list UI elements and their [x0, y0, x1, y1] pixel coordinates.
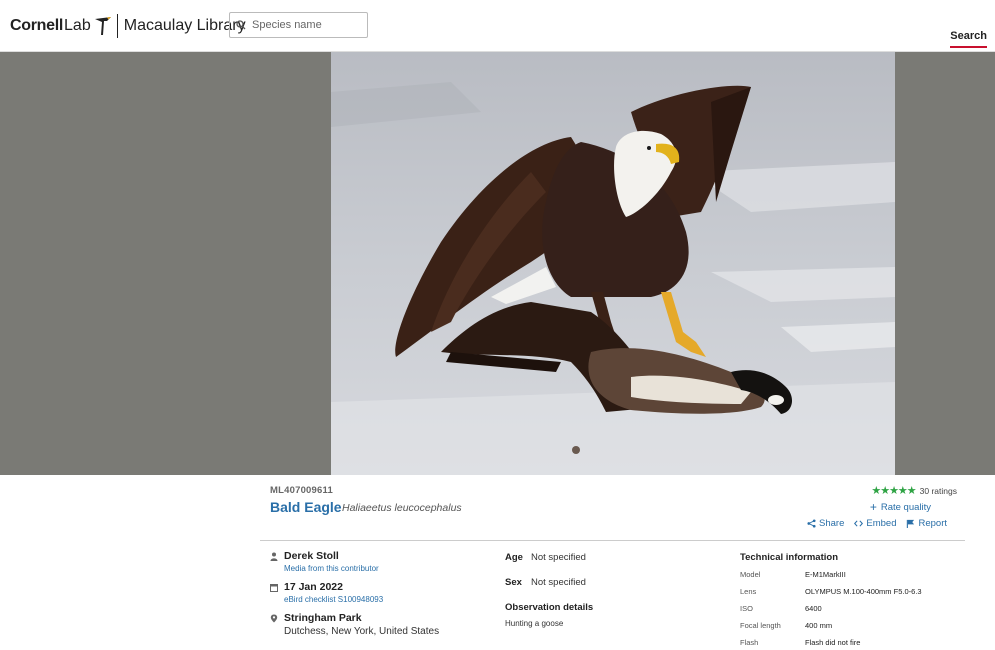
tech-row-lens: Lens OLYMPUS M.100-400mm F5.0-6.3: [740, 587, 965, 596]
technical-info-title: Technical information: [740, 552, 839, 563]
catalog-id: ML407009611: [270, 485, 333, 496]
ebird-checklist-link[interactable]: eBird checklist S100948093: [284, 594, 490, 605]
logo-lab-text: Lab: [64, 17, 91, 34]
tech-label: Focal length: [740, 621, 781, 630]
photo-viewer: [0, 52, 995, 475]
technical-info-column: Technical information Model E-M1MarkIII …: [740, 552, 965, 650]
tech-label: Flash: [740, 638, 759, 647]
contributor-row: Derek Stoll Media from this contributor: [270, 550, 490, 574]
sex-label: Sex: [505, 577, 522, 588]
sex-row: Sex Not specified: [505, 577, 705, 588]
person-icon: [270, 552, 278, 561]
rate-quality-button[interactable]: + Rate quality: [870, 500, 931, 514]
search-icon: [236, 20, 246, 30]
tech-row-model: Model E-M1MarkIII: [740, 570, 965, 579]
media-meta-column: Derek Stoll Media from this contributor …: [270, 550, 490, 646]
contributor-name[interactable]: Derek Stoll: [284, 550, 490, 563]
tech-row-flash: Flash Flash did not fire: [740, 638, 965, 647]
location-region: Dutchess, New York, United States: [284, 626, 440, 637]
tech-value: E-M1MarkIII: [805, 570, 846, 579]
tech-value: OLYMPUS M.100-400mm F5.0-6.3: [805, 587, 922, 596]
plus-icon: +: [869, 500, 877, 514]
share-button[interactable]: Share: [807, 518, 844, 529]
sex-value: Not specified: [531, 577, 586, 588]
species-search-input[interactable]: [252, 19, 362, 31]
cornell-lab-macaulay-logo[interactable]: Cornell Lab Macaulay Library: [10, 13, 246, 39]
observation-column: Age Not specified Sex Not specified Obse…: [505, 552, 705, 628]
location-row: Stringham Park Dutchess, New York, Unite…: [270, 612, 490, 639]
media-actions: Share Embed Report: [807, 518, 947, 529]
media-details: ML407009611 Bald Eagle Haliaeetus leucoc…: [260, 475, 965, 650]
report-button[interactable]: Report: [906, 518, 947, 529]
bald-eagle-goose-photo: [331, 52, 895, 475]
observation-date: 17 Jan 2022: [284, 581, 343, 593]
location-name[interactable]: Stringham Park: [284, 612, 490, 625]
age-label: Age: [505, 552, 523, 563]
tech-row-iso: ISO 6400: [740, 604, 965, 613]
tech-value: Flash did not fire: [805, 638, 861, 647]
rating-stars-icon: ★★★★★: [871, 485, 916, 497]
logo-cornell-text: Cornell: [10, 17, 64, 34]
tech-row-focal-length: Focal length 400 mm: [740, 621, 965, 630]
tech-value: 400 mm: [805, 621, 833, 630]
media-photo[interactable]: [331, 52, 895, 475]
bird-logo-icon: [94, 17, 111, 35]
tech-value: 6400: [805, 604, 822, 613]
age-value: Not specified: [531, 552, 586, 563]
date-row: 17 Jan 2022 eBird checklist S100948093: [270, 581, 490, 605]
embed-button[interactable]: Embed: [854, 518, 896, 529]
species-scientific-name: Haliaeetus leucocephalus: [342, 502, 462, 514]
rating-summary: ★★★★★ 30 ratings: [871, 484, 957, 497]
tech-label: ISO: [740, 604, 753, 613]
observation-details-text: Hunting a goose: [505, 619, 564, 628]
calendar-icon: [270, 584, 278, 592]
species-common-name[interactable]: Bald Eagle: [270, 499, 342, 515]
section-divider: [260, 540, 965, 541]
logo-divider: [116, 14, 118, 38]
age-row: Age Not specified: [505, 552, 705, 563]
embed-code-icon: [854, 520, 864, 527]
share-icon: [807, 519, 816, 528]
report-label: Report: [918, 518, 947, 529]
rate-quality-label: Rate quality: [880, 501, 931, 513]
flag-icon: [907, 519, 915, 528]
location-pin-icon: [270, 614, 278, 623]
species-search-box[interactable]: [229, 12, 368, 38]
embed-label: Embed: [866, 518, 897, 529]
rating-count: 30 ratings: [919, 485, 957, 496]
nav-search-link[interactable]: Search: [950, 30, 987, 48]
share-label: Share: [819, 518, 845, 529]
contributor-media-link[interactable]: Media from this contributor: [284, 563, 490, 574]
tech-label: Model: [740, 570, 761, 579]
logo-library-text: Macaulay Library: [123, 17, 246, 34]
site-header: Cornell Lab Macaulay Library Search: [0, 0, 995, 52]
tech-label: Lens: [740, 587, 757, 596]
observation-details-title: Observation details: [505, 602, 594, 613]
